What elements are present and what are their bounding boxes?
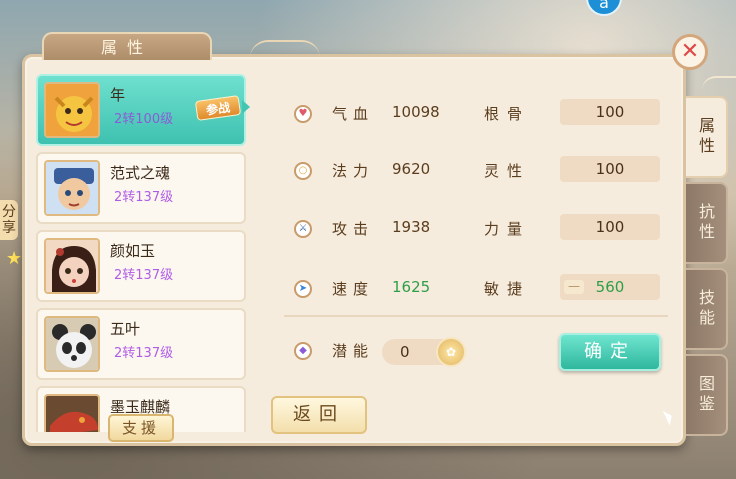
nian-avatar-icon	[46, 84, 98, 136]
character-level: 2转100级	[114, 112, 174, 127]
star-icon: ★	[6, 248, 23, 269]
character-name: 颜如玉	[110, 242, 156, 260]
character-card[interactable]: 颜如玉 2转137级	[36, 230, 246, 302]
wuye-panda-avatar-icon	[46, 318, 98, 370]
attr-value-box[interactable]: 100	[560, 99, 660, 125]
tab-gallery[interactable]: 图鉴	[686, 354, 728, 436]
character-avatar	[44, 160, 100, 216]
in-battle-badge: 参战	[194, 95, 242, 121]
character-name: 范式之魂	[110, 164, 171, 182]
title-decoration	[250, 40, 320, 58]
attr-value-box[interactable]: 100	[560, 214, 660, 240]
heart-icon: ♥	[294, 105, 312, 123]
tab-resistance[interactable]: 抗性	[686, 182, 728, 264]
stat-value: 1625	[392, 278, 431, 296]
character-level: 2转137级	[114, 190, 174, 205]
return-button[interactable]: 返回	[271, 396, 367, 434]
section-divider	[284, 315, 668, 317]
character-card[interactable]: 范式之魂 2转137级	[36, 152, 246, 224]
attr-label: 灵性	[484, 162, 531, 180]
moyu-qilin-avatar-icon	[46, 396, 98, 432]
stat-row-speed: ➤ 速度 1625 敏捷 560 —	[288, 272, 668, 306]
character-avatar	[44, 316, 100, 372]
stat-value: 1938	[392, 218, 431, 236]
character-avatar	[44, 238, 100, 294]
character-name: 年	[110, 86, 126, 104]
tab-attributes[interactable]: 属性	[686, 96, 728, 178]
selected-arrow-icon	[242, 100, 250, 114]
attr-label: 根骨	[484, 105, 531, 123]
support-button[interactable]: 支援	[108, 414, 174, 442]
panel-title: 属性	[42, 32, 212, 60]
confirm-button[interactable]: 确定	[559, 333, 661, 371]
ring-icon: ○	[294, 162, 312, 180]
attr-label: 力量	[484, 220, 531, 238]
attr-label: 敏捷	[484, 280, 531, 298]
tab-skills[interactable]: 技能	[686, 268, 728, 350]
decrease-icon[interactable]: —	[564, 280, 584, 294]
stat-row-mp: ○ 法力 9620 灵性 100	[288, 154, 668, 188]
sword-icon: ⚔	[294, 220, 312, 238]
yanruyu-avatar-icon	[46, 240, 98, 292]
character-name: 五叶	[110, 320, 141, 338]
stat-label: 法力	[332, 162, 375, 180]
stat-value: 9620	[392, 160, 431, 178]
character-level: 2转137级	[114, 346, 174, 361]
character-avatar	[44, 82, 100, 138]
potential-label: 潜能	[332, 342, 375, 360]
potential-add-icon[interactable]: ✿	[436, 337, 466, 367]
cloud-decoration	[702, 76, 736, 90]
character-list[interactable]: 年 2转100级 参战 范式之魂 2转137级 颜如玉 2转137级 五叶 2转…	[34, 70, 246, 432]
stat-row-attack: ⚔ 攻击 1938 力量 100	[288, 212, 668, 246]
character-level: 2转137级	[114, 268, 174, 283]
left-edge-share-tab[interactable]: 分享	[0, 200, 18, 240]
speed-icon: ➤	[294, 280, 312, 298]
attr-value-box[interactable]: 100	[560, 156, 660, 182]
close-button[interactable]: ✕	[672, 34, 708, 70]
potential-icon: ◆	[294, 342, 312, 360]
stat-label: 气血	[332, 105, 375, 123]
stat-row-hp: ♥ 气血 10098 根骨 100	[288, 97, 668, 131]
character-avatar	[44, 394, 100, 432]
stat-value: 10098	[392, 103, 440, 121]
character-card[interactable]: 年 2转100级 参战	[36, 74, 246, 146]
fanshi-avatar-icon	[46, 162, 98, 214]
stat-label: 攻击	[332, 220, 375, 238]
stat-label: 速度	[332, 280, 375, 298]
character-card[interactable]: 五叶 2转137级	[36, 308, 246, 380]
